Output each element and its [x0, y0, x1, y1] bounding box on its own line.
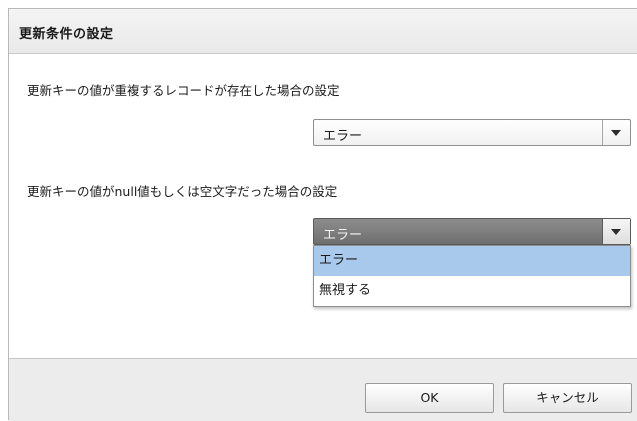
dialog-footer: OK キャンセル — [9, 358, 637, 421]
dialog-titlebar: 更新条件の設定 — [9, 9, 637, 54]
cancel-button[interactable]: キャンセル — [503, 383, 632, 413]
chevron-down-icon — [611, 130, 621, 136]
null-key-setting-label: 更新キーの値がnull値もしくは空文字だった場合の設定 — [27, 184, 338, 199]
null-key-select-toggle[interactable] — [602, 219, 630, 244]
dropdown-option-ignore[interactable]: 無視する — [314, 276, 630, 306]
duplicate-key-select-value: エラー — [323, 129, 363, 144]
ok-button[interactable]: OK — [365, 383, 494, 413]
null-key-select[interactable]: エラー — [313, 218, 631, 245]
duplicate-key-setting-label: 更新キーの値が重複するレコードが存在した場合の設定 — [27, 83, 340, 98]
duplicate-key-select-toggle[interactable] — [602, 120, 630, 145]
null-key-select-value: エラー — [323, 228, 363, 243]
dropdown-option-error[interactable]: エラー — [314, 246, 630, 276]
null-key-dropdown-menu: エラー 無視する — [313, 245, 631, 307]
duplicate-key-select[interactable]: エラー — [313, 119, 631, 146]
dialog-title: 更新条件の設定 — [19, 27, 114, 42]
chevron-down-icon — [611, 229, 621, 235]
settings-dialog: 更新条件の設定 更新キーの値が重複するレコードが存在した場合の設定 エラー 更新… — [8, 8, 637, 421]
